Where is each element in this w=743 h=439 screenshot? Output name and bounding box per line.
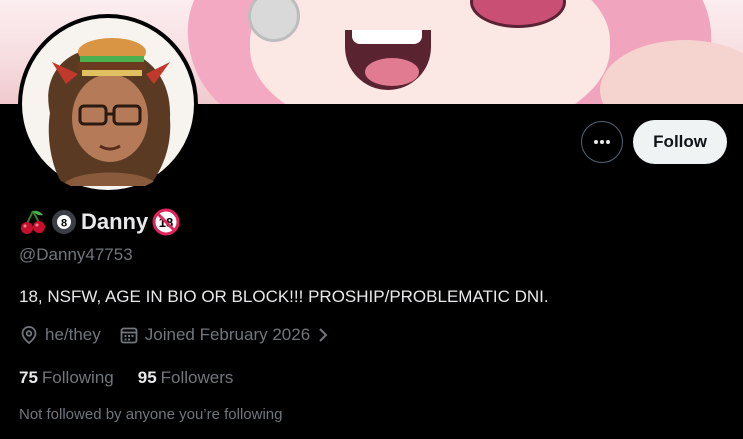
- following-count: 75: [19, 368, 38, 387]
- social-context-note: Not followed by anyone you’re following: [19, 406, 283, 423]
- avatar-illustration: [22, 18, 194, 190]
- 8-ball-icon: 8: [52, 210, 76, 234]
- profile-handle: @Danny47753: [19, 245, 133, 264]
- following-label: Following: [41, 368, 114, 387]
- pronouns-item: he/they: [19, 325, 101, 345]
- profile-actions: Follow: [581, 120, 727, 164]
- following-link[interactable]: 75 Following: [19, 368, 114, 388]
- no-under-18-icon: 18: [152, 208, 180, 236]
- follow-button[interactable]: Follow: [633, 120, 727, 164]
- joined-date-item[interactable]: Joined February 2026: [119, 325, 330, 345]
- banner-teeth-shape: [352, 30, 422, 44]
- banner-tongue-shape: [365, 58, 419, 86]
- display-name: Danny: [81, 209, 149, 234]
- joined-date-text: Joined February 2026: [144, 325, 311, 344]
- more-options-button[interactable]: [581, 121, 624, 163]
- chevron-right-icon: [319, 328, 328, 342]
- followers-label: Followers: [160, 368, 234, 387]
- svg-text:8: 8: [61, 218, 67, 230]
- display-name-row: 8 Danny 18: [19, 208, 180, 236]
- cherries-icon: [21, 210, 45, 234]
- profile-bio: 18, NSFW, AGE IN BIO OR BLOCK!!! PROSHIP…: [19, 287, 549, 306]
- location-pin-icon: [21, 326, 37, 345]
- profile-stats: 75 Following 95 Followers: [19, 368, 233, 388]
- pronouns-text: he/they: [45, 325, 101, 344]
- profile-avatar[interactable]: [18, 14, 198, 194]
- more-dots-icon: [594, 140, 611, 144]
- profile-meta: he/they Joined February 2026: [19, 325, 348, 345]
- followers-link[interactable]: 95 Followers: [138, 368, 234, 388]
- followers-count: 95: [137, 368, 157, 387]
- calendar-icon: [120, 327, 138, 344]
